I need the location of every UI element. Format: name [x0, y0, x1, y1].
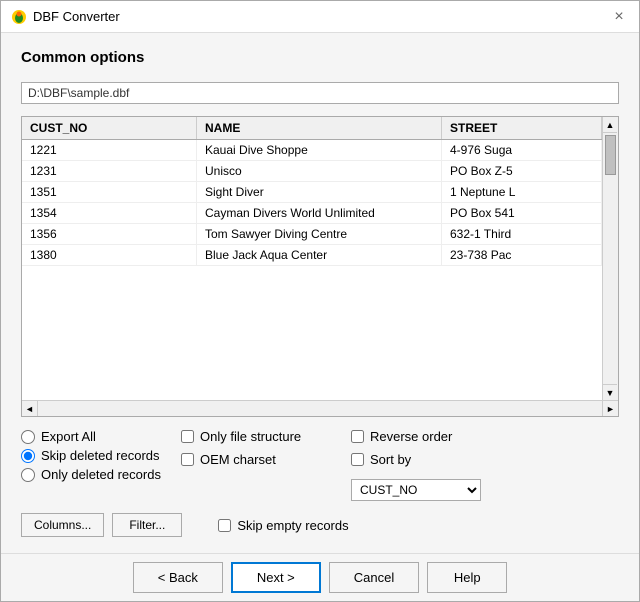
action-row: Columns... Filter... Skip empty records: [21, 513, 619, 537]
scrollbar-thumb[interactable]: [605, 135, 616, 175]
checkbox-reverse-order-input[interactable]: [351, 430, 364, 443]
title-bar: DBF Converter ×: [1, 1, 639, 33]
checkbox-reverse-order[interactable]: Reverse order: [351, 429, 481, 444]
table-row: 1221 Kauai Dive Shoppe 4-976 Suga: [22, 140, 602, 161]
radio-skip-deleted-input[interactable]: [21, 449, 35, 463]
content-area: Common options D:\DBF\sample.dbf CUST_NO…: [1, 33, 639, 553]
window-title: DBF Converter: [33, 9, 120, 24]
table-row: 1231 Unisco PO Box Z-5: [22, 161, 602, 182]
table-row: 1380 Blue Jack Aqua Center 23-738 Pac: [22, 245, 602, 266]
columns-button[interactable]: Columns...: [21, 513, 104, 537]
close-button[interactable]: ×: [609, 7, 629, 27]
radio-export-all[interactable]: Export All: [21, 429, 161, 444]
checkbox-oem-charset[interactable]: OEM charset: [181, 452, 331, 467]
sort-by-select[interactable]: CUST_NO NAME STREET: [351, 479, 481, 501]
checkbox-only-file-structure[interactable]: Only file structure: [181, 429, 331, 444]
table-row: 1354 Cayman Divers World Unlimited PO Bo…: [22, 203, 602, 224]
checkbox-group-middle: Only file structure OEM charset: [181, 429, 331, 467]
filter-button[interactable]: Filter...: [112, 513, 182, 537]
checkbox-group-right: Reverse order Sort by CUST_NO NAME STREE…: [351, 429, 481, 501]
data-table: CUST_NO NAME STREET 1221 Kauai Dive Shop…: [21, 116, 619, 417]
table-row: 1356 Tom Sawyer Diving Centre 632-1 Thir…: [22, 224, 602, 245]
app-icon: [11, 9, 27, 25]
col-header-name: NAME: [197, 117, 442, 139]
scroll-right-arrow[interactable]: ►: [602, 401, 618, 417]
col-header-street: STREET: [442, 117, 602, 139]
bottom-bar: < Back Next > Cancel Help: [1, 553, 639, 601]
radio-export-all-input[interactable]: [21, 430, 35, 444]
back-button[interactable]: < Back: [133, 562, 223, 593]
col-header-cust-no: CUST_NO: [22, 117, 197, 139]
checkbox-oem-charset-input[interactable]: [181, 453, 194, 466]
checkbox-sort-by-input[interactable]: [351, 453, 364, 466]
horizontal-scrollbar[interactable]: ◄ ►: [22, 400, 618, 416]
checkbox-sort-by[interactable]: Sort by: [351, 452, 481, 467]
radio-only-deleted-input[interactable]: [21, 468, 35, 482]
help-button[interactable]: Help: [427, 562, 507, 593]
checkbox-only-file-structure-input[interactable]: [181, 430, 194, 443]
next-button[interactable]: Next >: [231, 562, 321, 593]
table-body: 1221 Kauai Dive Shoppe 4-976 Suga 1231 U…: [22, 140, 602, 400]
radio-skip-deleted[interactable]: Skip deleted records: [21, 448, 161, 463]
page-title: Common options: [21, 49, 619, 66]
file-path: D:\DBF\sample.dbf: [21, 82, 619, 104]
table-row: 1351 Sight Diver 1 Neptune L: [22, 182, 602, 203]
main-window: DBF Converter × Common options D:\DBF\sa…: [0, 0, 640, 602]
cancel-button[interactable]: Cancel: [329, 562, 419, 593]
table-header: CUST_NO NAME STREET: [22, 117, 602, 140]
radio-only-deleted[interactable]: Only deleted records: [21, 467, 161, 482]
export-radio-group: Export All Skip deleted records Only del…: [21, 429, 161, 482]
checkbox-skip-empty-input[interactable]: [218, 519, 231, 532]
checkbox-skip-empty[interactable]: Skip empty records: [218, 518, 348, 533]
options-section: Export All Skip deleted records Only del…: [21, 429, 619, 501]
vertical-scrollbar[interactable]: ▲ ▼: [602, 117, 618, 400]
scroll-left-arrow[interactable]: ◄: [22, 401, 38, 417]
